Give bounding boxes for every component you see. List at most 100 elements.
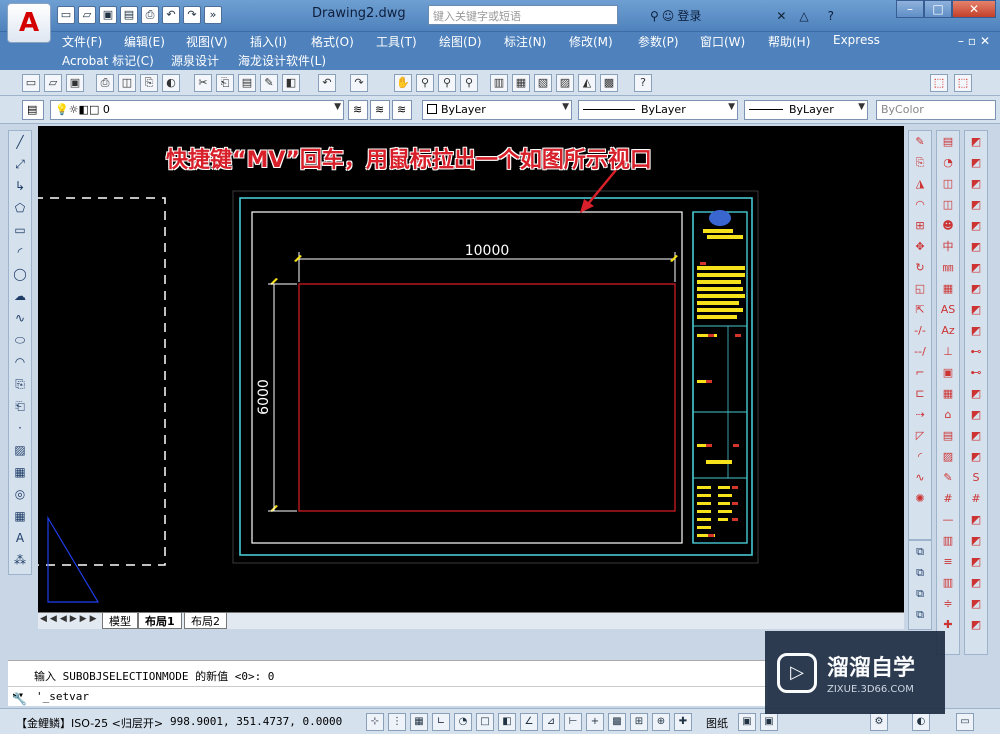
new-icon[interactable]: ▭ (57, 6, 75, 24)
pin-icon[interactable]: ⊥ (938, 343, 958, 360)
tab-model[interactable]: 模型 (102, 613, 138, 629)
open-file-icon[interactable]: ▱ (44, 74, 62, 92)
undo-toolbar-icon[interactable]: ↶ (318, 74, 336, 92)
make-block-icon[interactable]: ⎗ (10, 397, 30, 415)
tab-layout2[interactable]: 布局2 (184, 613, 227, 629)
help-toolbar-icon[interactable]: ? (634, 74, 652, 92)
sheet-set-icon[interactable]: ▨ (556, 74, 574, 92)
stair-icon[interactable]: ▤ (938, 427, 958, 444)
dimension-tool-a-icon[interactable]: ◫ (938, 175, 958, 192)
mid-tool-icon[interactable]: ≑ (938, 595, 958, 612)
minimize-button[interactable]: – (896, 0, 924, 18)
send-under-icon[interactable]: ⧉ (910, 606, 930, 623)
save-file-icon[interactable]: ▣ (66, 74, 84, 92)
menu-parameter[interactable]: 参数(P) (638, 33, 679, 50)
extend-icon[interactable]: --/ (910, 343, 930, 360)
triangle-icon[interactable]: △ (799, 9, 808, 23)
markup-icon[interactable]: ◭ (578, 74, 596, 92)
revision-cloud-icon[interactable]: ☁ (10, 287, 30, 305)
svg-tool-icon[interactable]: ▤ (938, 133, 958, 150)
custom-d-icon[interactable]: ◩ (966, 196, 986, 213)
insert-block-icon[interactable]: ⎘ (10, 375, 30, 393)
pencil-tool-icon[interactable]: ✎ (938, 469, 958, 486)
layer-previous-icon[interactable]: ≋ (370, 100, 390, 120)
snap-mode-icon[interactable]: ⋮ (388, 713, 406, 731)
mirror-icon[interactable]: ◮ (910, 175, 930, 192)
polygon-icon[interactable]: ⬠ (10, 199, 30, 217)
layer-state-icon[interactable]: ≋ (392, 100, 412, 120)
hatch-tool-icon[interactable]: ▨ (938, 448, 958, 465)
workspace-icon[interactable]: ⚙ (870, 713, 888, 731)
tool-palettes-icon[interactable]: ▧ (534, 74, 552, 92)
hatch-icon[interactable]: ▨ (10, 441, 30, 459)
bars-tool-icon[interactable]: ▥ (938, 574, 958, 591)
arc-icon[interactable]: ◜ (10, 243, 30, 261)
circle-icon[interactable]: ◯ (10, 265, 30, 283)
custom-e-icon[interactable]: ◩ (966, 217, 986, 234)
custom-q-icon[interactable]: S (966, 469, 986, 486)
custom-g-icon[interactable]: ◩ (966, 259, 986, 276)
close-button[interactable]: ✕ (952, 0, 996, 18)
break-icon[interactable]: ⊏ (910, 385, 930, 402)
pdf-settings-icon[interactable]: ⬚ (954, 74, 972, 92)
coordinates-readout[interactable]: 998.9001, 351.4737, 0.0000 (170, 715, 342, 728)
person-icon[interactable]: ☻ (938, 217, 958, 234)
publish-icon[interactable]: ⎘ (140, 74, 158, 92)
custom-w-icon[interactable]: ◩ (966, 595, 986, 612)
custom-i-icon[interactable]: ◩ (966, 301, 986, 318)
application-menu-button[interactable]: A (7, 3, 51, 43)
menu-format[interactable]: 格式(O) (311, 33, 354, 50)
zoom-realtime-icon[interactable]: ⚲ (416, 74, 434, 92)
polyline-icon[interactable]: ↳ (10, 177, 30, 195)
line-icon[interactable]: ╱ (10, 133, 30, 151)
house-icon[interactable]: ⌂ (938, 406, 958, 423)
custom-b-icon[interactable]: ◩ (966, 154, 986, 171)
join-icon[interactable]: ⇢ (910, 406, 930, 423)
custom-h-icon[interactable]: ◩ (966, 280, 986, 297)
bring-front-icon[interactable]: ⧉ (910, 543, 930, 560)
print-icon[interactable]: ⎙ (141, 6, 159, 24)
linetype-dropdown[interactable]: ByLayer ▼ (578, 100, 738, 120)
send-back-icon[interactable]: ⧉ (910, 564, 930, 581)
new-file-icon[interactable]: ▭ (22, 74, 40, 92)
help-icon[interactable]: ? (828, 9, 834, 23)
3d-dwf-icon[interactable]: ◐ (162, 74, 180, 92)
login-button[interactable]: ⚲ ☺ 登录 ✕ △ ? (650, 7, 834, 24)
grid-tool-icon[interactable]: ▦ (938, 385, 958, 402)
custom-u-icon[interactable]: ◩ (966, 553, 986, 570)
hash-tool-icon[interactable]: # (938, 490, 958, 507)
align-tool-icon[interactable]: ≡ (938, 553, 958, 570)
dynamic-input-icon[interactable]: ⊢ (564, 713, 582, 731)
properties-icon[interactable]: ▥ (490, 74, 508, 92)
infer-constraints-icon[interactable]: ⊹ (366, 713, 384, 731)
construction-line-icon[interactable]: ⤢ (10, 155, 30, 173)
paper-space-label[interactable]: 图纸 (706, 715, 728, 731)
lineweight-dropdown[interactable]: ByLayer ▼ (744, 100, 868, 120)
annotation-monitor-icon[interactable]: ✚ (674, 713, 692, 731)
custom-a-icon[interactable]: ◩ (966, 133, 986, 150)
break-at-point-icon[interactable]: ⌐ (910, 364, 930, 381)
table-icon[interactable]: ▦ (10, 507, 30, 525)
erase-icon[interactable]: ✎ (910, 133, 930, 150)
text-tool-icon[interactable]: 中 (938, 238, 958, 255)
rectangle-icon[interactable]: ▭ (10, 221, 30, 239)
layer-manager-icon[interactable]: ▤ (22, 100, 44, 120)
menu-acrobat[interactable]: Acrobat 标记(C) (62, 52, 154, 69)
custom-j-icon[interactable]: ◩ (966, 322, 986, 339)
trim-icon[interactable]: -/- (910, 322, 930, 339)
dynamic-ucs-icon[interactable]: ⊿ (542, 713, 560, 731)
blend-icon[interactable]: ∿ (910, 469, 930, 486)
object-snap-tracking-icon[interactable]: ∠ (520, 713, 538, 731)
menu-tools[interactable]: 工具(T) (376, 33, 417, 50)
custom-l-icon[interactable]: ⊷ (966, 364, 986, 381)
table-tool-icon[interactable]: ▦ (938, 280, 958, 297)
menu-file[interactable]: 文件(F) (62, 33, 102, 50)
move-icon[interactable]: ✥ (910, 238, 930, 255)
region-icon[interactable]: ◎ (10, 485, 30, 503)
menu-edit[interactable]: 编辑(E) (124, 33, 165, 50)
menu-hailong[interactable]: 海龙设计软件(L) (238, 52, 326, 69)
plotstyle-dropdown[interactable]: ByColor (876, 100, 996, 120)
dash-tool-icon[interactable]: — (938, 511, 958, 528)
make-layer-current-icon[interactable]: ≋ (348, 100, 368, 120)
command-input[interactable]: '_setvar (36, 690, 89, 703)
